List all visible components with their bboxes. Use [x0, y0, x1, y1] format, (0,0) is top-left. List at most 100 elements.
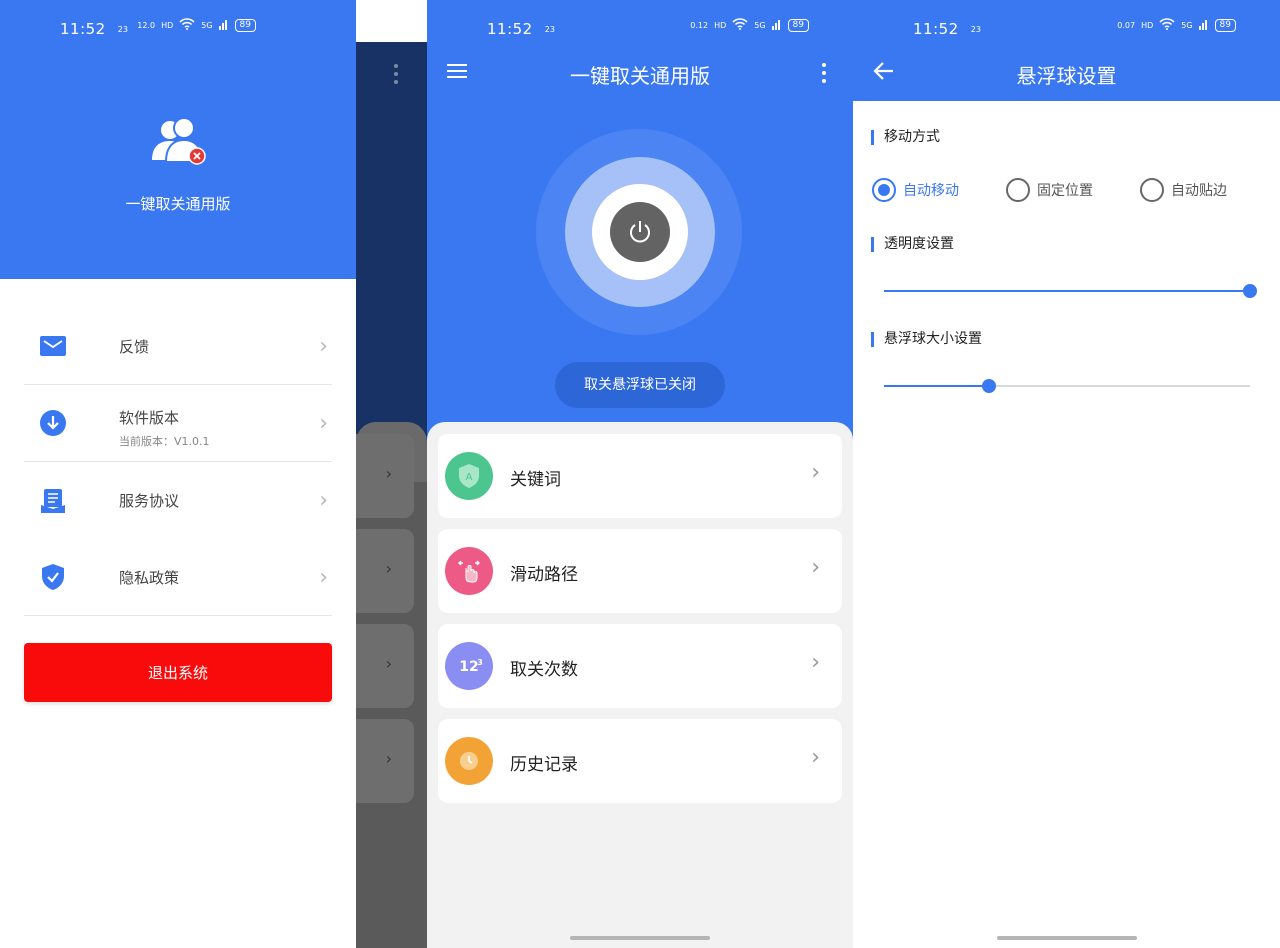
drawer-app-name: 一键取关通用版 [125, 195, 231, 213]
chevron-right-icon: › [319, 564, 328, 590]
radio-label: 自动移动 [903, 183, 959, 199]
section-title-move-mode: 移动方式 [871, 130, 940, 145]
status-indicator: 23 [117, 24, 128, 34]
mail-icon [38, 331, 68, 361]
status-bar: 11:52 23 0.07 HD 5G 89 [853, 0, 1280, 58]
feature-card-swipe-path[interactable]: 滑动路径 › [438, 529, 842, 613]
status-bar: 11:52 23 0.12 HD 5G 89 [427, 0, 853, 58]
menu-item-label: 软件版本 [119, 409, 180, 427]
navigation-drawer: 一键取关通用版 反馈 › 软件版本 当前版本：V1.0.1 › 服务协议 › 隐… [0, 0, 356, 948]
opacity-slider[interactable] [884, 281, 1257, 301]
hd-badge: HD [161, 20, 174, 30]
page-title: 悬浮球设置 [1016, 64, 1117, 88]
feature-card-keywords[interactable]: A 关键词 › [438, 434, 842, 518]
battery-indicator: 89 [234, 18, 256, 32]
battery-indicator: 89 [787, 18, 809, 32]
menu-item-label: 隐私政策 [119, 568, 180, 587]
dimmed-card: › [356, 624, 414, 708]
radio-auto-edge[interactable]: 自动贴边 [1140, 178, 1227, 202]
radio-label: 固定位置 [1037, 183, 1093, 199]
menu-item-label: 反馈 [119, 337, 150, 356]
home-indicator[interactable] [570, 936, 710, 940]
dimmed-chevron-icon: › [385, 464, 392, 483]
signal-icon [218, 18, 229, 32]
svg-text:12: 12 [459, 659, 478, 675]
menu-item-privacy-policy[interactable]: 隐私政策 › [24, 539, 332, 616]
hd-badge: HD [714, 20, 727, 30]
chevron-right-icon: › [811, 555, 820, 580]
clock-icon [445, 737, 493, 785]
dimmed-card: › [356, 529, 414, 613]
dimmed-chevron-icon: › [385, 749, 392, 768]
status-indicator: 23 [544, 24, 555, 34]
network-speed: 12.0 [137, 20, 156, 30]
signal-label: 5G [1181, 20, 1193, 30]
more-options-icon[interactable] [822, 63, 826, 87]
signal-icon [1198, 18, 1209, 32]
battery-indicator: 89 [1214, 18, 1236, 32]
main-header: 一键取关通用版 取关悬浮球已关闭 [427, 0, 853, 440]
radio-button-icon [872, 178, 896, 202]
slider-thumb[interactable] [1243, 284, 1257, 298]
menu-item-service-agreement[interactable]: 服务协议 › [24, 462, 332, 539]
dimmed-chevron-icon: › [385, 654, 392, 673]
drawer-screen: › › › › 一键取关通用版 反馈 › 软件版本 当前版本：V1.0.1 › … [0, 0, 427, 948]
status-indicator: 23 [970, 24, 981, 34]
section-title-ball-size: 悬浮球大小设置 [871, 332, 982, 347]
status-bar: 11:52 23 12.0 HD 5G 89 [0, 0, 427, 58]
status-time: 11:52 [60, 20, 106, 38]
dimmed-card: › [356, 434, 414, 518]
slider-fill [884, 290, 1250, 292]
signal-icon [771, 18, 782, 32]
status-right: 0.12 HD 5G 89 [690, 18, 809, 32]
feature-card-history[interactable]: 历史记录 › [438, 719, 842, 803]
keyword-icon: A [445, 452, 493, 500]
wifi-icon [1159, 18, 1175, 32]
status-time: 11:52 [487, 20, 533, 38]
status-right: 12.0 HD 5G 89 [137, 18, 256, 32]
radio-label: 自动贴边 [1171, 183, 1227, 199]
dimmed-kebab-icon [394, 64, 398, 88]
chevron-right-icon: › [811, 650, 820, 675]
slider-thumb[interactable] [981, 379, 996, 393]
chevron-right-icon: › [811, 745, 820, 770]
float-ball-status-badge: 取关悬浮球已关闭 [555, 362, 725, 408]
radio-fixed-position[interactable]: 固定位置 [1006, 178, 1093, 202]
network-speed: 0.07 [1117, 20, 1136, 30]
page-title: 一键取关通用版 [570, 64, 710, 88]
app-logo-icon [152, 117, 206, 165]
chevron-right-icon: › [319, 410, 328, 436]
slider-fill [884, 385, 989, 387]
radio-button-icon [1006, 178, 1030, 202]
wifi-icon [732, 18, 748, 32]
shield-icon [38, 562, 68, 592]
feature-card-unfollow-count[interactable]: 12 3 取关次数 › [438, 624, 842, 708]
count-123-icon: 12 3 [445, 642, 493, 690]
download-icon [38, 408, 68, 438]
power-button[interactable] [610, 202, 670, 262]
svg-text:3: 3 [477, 658, 483, 667]
dimmed-main-screen[interactable]: › › › › [356, 42, 427, 948]
wifi-icon [179, 18, 195, 32]
chevron-right-icon: › [319, 333, 328, 359]
main-screen: 一键取关通用版 取关悬浮球已关闭 A 关键词 › 滑动路径 › 12 3 取关次… [427, 0, 853, 948]
dimmed-header [356, 42, 427, 442]
chevron-right-icon: › [319, 488, 328, 513]
home-indicator[interactable] [996, 936, 1137, 940]
power-icon [630, 221, 650, 243]
drawer-menu: 反馈 › 软件版本 当前版本：V1.0.1 › 服务协议 › 隐私政策 › [24, 308, 332, 616]
signal-label: 5G [201, 20, 213, 30]
menu-item-version[interactable]: 软件版本 当前版本：V1.0.1 › [24, 385, 332, 462]
logout-button[interactable]: 退出系统 [24, 643, 332, 702]
feature-label: 取关次数 [510, 660, 578, 680]
menu-item-feedback[interactable]: 反馈 › [24, 308, 332, 385]
svg-text:A: A [466, 472, 473, 483]
feature-label: 历史记录 [510, 755, 578, 775]
float-ball-settings-screen: 悬浮球设置 移动方式 自动移动 固定位置 自动贴边 透明度设置 悬浮球大小设置 … [853, 0, 1280, 948]
version-text: 当前版本：V1.0.1 [119, 435, 210, 448]
radio-auto-move[interactable]: 自动移动 [872, 178, 959, 202]
chevron-right-icon: › [811, 460, 820, 485]
ball-size-slider[interactable] [884, 376, 1250, 396]
hd-badge: HD [1141, 20, 1154, 30]
status-right: 0.07 HD 5G 89 [1117, 18, 1236, 32]
